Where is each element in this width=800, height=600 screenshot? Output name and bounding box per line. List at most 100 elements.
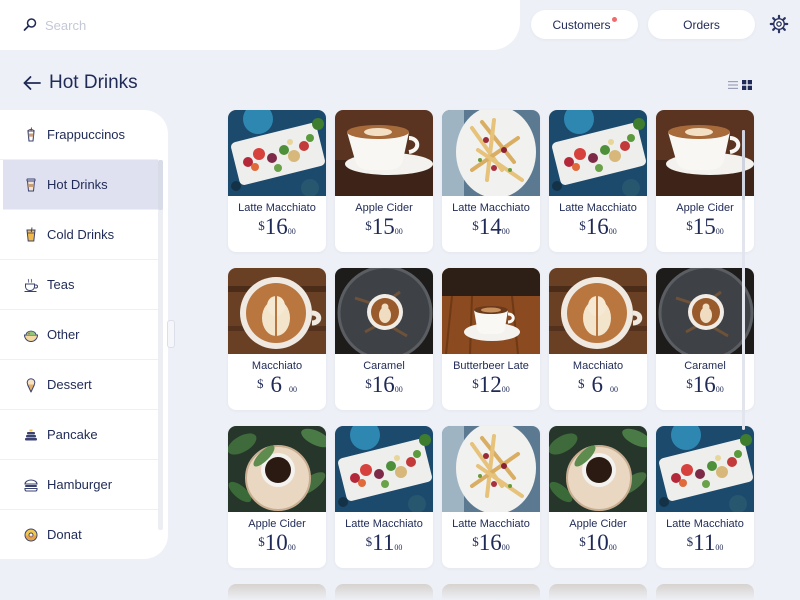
product-card-peek[interactable] bbox=[549, 584, 647, 600]
product-card[interactable]: Latte Macchiato $1600 bbox=[442, 426, 540, 568]
product-price: $6 00 bbox=[549, 373, 647, 402]
product-image bbox=[335, 110, 433, 196]
price-cents: 00 bbox=[394, 385, 403, 394]
product-price: $1600 bbox=[549, 215, 647, 244]
product-image bbox=[228, 268, 326, 354]
price-amount: 15 bbox=[692, 214, 716, 239]
price-amount: 16 bbox=[692, 372, 716, 397]
price-currency: $ bbox=[472, 218, 479, 233]
category-item-dessert[interactable]: Dessert bbox=[0, 360, 158, 410]
product-card[interactable]: Latte Macchiato $1600 bbox=[228, 110, 326, 252]
gear-icon[interactable] bbox=[769, 14, 789, 34]
category-item-frappuccinos[interactable]: Frappuccinos bbox=[0, 110, 158, 160]
product-card[interactable]: Apple Cider $1500 bbox=[656, 110, 754, 252]
product-image bbox=[228, 426, 326, 512]
category-item-teas[interactable]: Teas bbox=[0, 260, 158, 310]
price-cents: 00 bbox=[715, 385, 724, 394]
product-card-peek[interactable] bbox=[656, 584, 754, 600]
sidebar-resize-handle[interactable] bbox=[167, 320, 175, 348]
price-cents: 00 bbox=[287, 543, 296, 552]
product-card-peek[interactable] bbox=[335, 584, 433, 600]
product-card[interactable]: Apple Cider $1500 bbox=[335, 110, 433, 252]
price-currency: $ bbox=[258, 534, 265, 549]
product-image bbox=[549, 110, 647, 196]
product-name: Caramel bbox=[363, 360, 405, 372]
product-card[interactable]: Apple Cider $1000 bbox=[228, 426, 326, 568]
orders-button[interactable]: Orders bbox=[648, 10, 755, 39]
product-image bbox=[549, 426, 647, 512]
back-arrow-icon[interactable] bbox=[22, 73, 42, 93]
product-card[interactable]: Macchiato $6 00 bbox=[228, 268, 326, 410]
price-amount: 16 bbox=[371, 372, 395, 397]
product-card[interactable]: Latte Macchiato $1100 bbox=[656, 426, 754, 568]
price-currency: $ bbox=[579, 218, 586, 233]
price-currency: $ bbox=[257, 376, 264, 391]
product-price: $1100 bbox=[656, 531, 754, 560]
product-image bbox=[656, 268, 754, 354]
price-cents: 00 bbox=[394, 543, 403, 552]
product-name: Caramel bbox=[684, 360, 726, 372]
price-cents: 00 bbox=[394, 227, 403, 236]
category-item-hamburger[interactable]: Hamburger bbox=[0, 460, 158, 510]
price-cents: 00 bbox=[608, 227, 617, 236]
price-amount: 6 bbox=[270, 372, 283, 397]
product-image bbox=[335, 426, 433, 512]
price-amount: 14 bbox=[478, 214, 502, 239]
product-card[interactable]: Caramel $1600 bbox=[656, 268, 754, 410]
product-card[interactable]: Macchiato $6 00 bbox=[549, 268, 647, 410]
product-name: Apple Cider bbox=[248, 518, 306, 530]
pancake-icon bbox=[23, 427, 39, 443]
product-name: Apple Cider bbox=[569, 518, 627, 530]
product-name: Latte Macchiato bbox=[559, 202, 637, 214]
price-cents: 00 bbox=[287, 227, 296, 236]
product-card[interactable]: Apple Cider $1000 bbox=[549, 426, 647, 568]
customers-button[interactable]: Customers bbox=[531, 10, 638, 39]
price-currency: $ bbox=[579, 534, 586, 549]
product-card[interactable]: Caramel $1600 bbox=[335, 268, 433, 410]
price-amount: 16 bbox=[264, 214, 288, 239]
product-card[interactable]: Latte Macchiato $1100 bbox=[335, 426, 433, 568]
search-input[interactable] bbox=[45, 17, 425, 33]
category-item-cold-drinks[interactable]: Cold Drinks bbox=[0, 210, 158, 260]
price-currency: $ bbox=[365, 376, 372, 391]
product-card-peek[interactable] bbox=[442, 584, 540, 600]
price-cents: 00 bbox=[501, 543, 510, 552]
category-label: Cold Drinks bbox=[47, 227, 115, 242]
price-currency: $ bbox=[258, 218, 265, 233]
price-amount: 10 bbox=[585, 530, 609, 555]
price-cents: 00 bbox=[289, 385, 297, 394]
category-item-donat[interactable]: Donat bbox=[0, 510, 158, 559]
grid-scrollbar-thumb[interactable] bbox=[742, 130, 745, 200]
product-card[interactable]: Latte Macchiato $1400 bbox=[442, 110, 540, 252]
product-card[interactable]: Butterbeer Late $1200 bbox=[442, 268, 540, 410]
sidebar-scrollbar-thumb[interactable] bbox=[158, 160, 163, 210]
price-amount: 16 bbox=[478, 530, 502, 555]
product-price: $1600 bbox=[442, 531, 540, 560]
product-price: $1600 bbox=[656, 373, 754, 402]
category-item-hot-drinks[interactable]: Hot Drinks bbox=[3, 160, 158, 210]
product-name: Macchiato bbox=[572, 360, 624, 372]
cold-drink-cup-icon bbox=[23, 226, 39, 243]
product-name: Latte Macchiato bbox=[452, 518, 530, 530]
grid-view-icon[interactable] bbox=[742, 80, 752, 90]
product-card[interactable]: Latte Macchiato $1600 bbox=[549, 110, 647, 252]
category-item-other[interactable]: Other bbox=[0, 310, 158, 360]
product-price: $1600 bbox=[228, 215, 326, 244]
product-image bbox=[442, 426, 540, 512]
price-currency: $ bbox=[686, 376, 693, 391]
frappuccino-cup-icon bbox=[23, 126, 39, 143]
category-label: Donat bbox=[47, 527, 82, 542]
price-amount: 12 bbox=[478, 372, 502, 397]
product-name: Latte Macchiato bbox=[345, 518, 423, 530]
list-view-icon[interactable] bbox=[728, 80, 738, 90]
donut-icon bbox=[23, 527, 39, 543]
product-price: $6 00 bbox=[228, 373, 326, 402]
category-item-pancake[interactable]: Pancake bbox=[0, 410, 158, 460]
orders-label: Orders bbox=[683, 17, 720, 32]
price-currency: $ bbox=[578, 376, 585, 391]
page-title: Hot Drinks bbox=[49, 72, 138, 93]
product-price: $1200 bbox=[442, 373, 540, 402]
product-card-peek[interactable] bbox=[228, 584, 326, 600]
sidebar-scrollbar-track[interactable] bbox=[158, 160, 163, 530]
hamburger-icon bbox=[23, 477, 39, 493]
